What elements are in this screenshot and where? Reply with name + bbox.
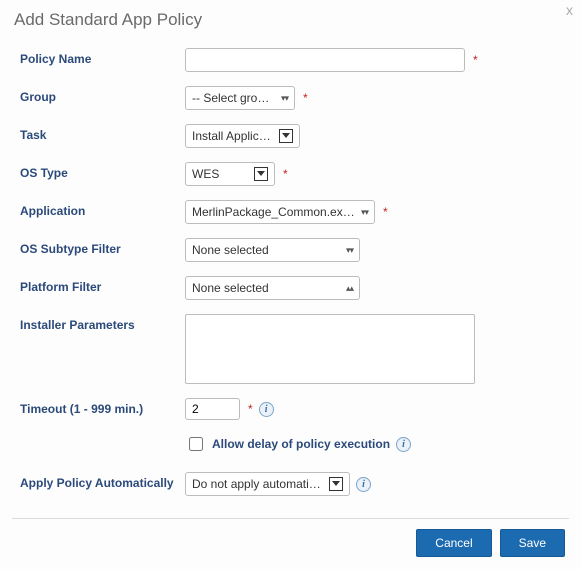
row-timeout: Timeout (1 - 999 min.) * i bbox=[20, 398, 569, 420]
apply-auto-select[interactable]: Do not apply automatically bbox=[185, 472, 350, 496]
row-application: Application MerlinPackage_Common.exe (Lo… bbox=[20, 200, 569, 224]
required-marker: * bbox=[473, 53, 478, 67]
row-platform-filter: Platform Filter None selected ▴▴ bbox=[20, 276, 569, 300]
os-subtype-filter-value: None selected bbox=[192, 243, 269, 257]
row-policy-name: Policy Name * bbox=[20, 48, 569, 72]
apply-auto-value: Do not apply automatically bbox=[192, 477, 323, 491]
required-marker: * bbox=[248, 402, 253, 416]
label-task: Task bbox=[20, 124, 185, 142]
platform-filter-value: None selected bbox=[192, 281, 269, 295]
timeout-input[interactable] bbox=[185, 398, 240, 420]
application-select-value: MerlinPackage_Common.exe (Loc bbox=[192, 205, 355, 219]
label-platform-filter: Platform Filter bbox=[20, 276, 185, 294]
label-timeout: Timeout (1 - 999 min.) bbox=[20, 398, 185, 416]
policy-name-input[interactable] bbox=[185, 48, 465, 72]
label-os-subtype-filter: OS Subtype Filter bbox=[20, 238, 185, 256]
row-installer-parameters: Installer Parameters bbox=[20, 314, 569, 384]
row-task: Task Install Application bbox=[20, 124, 569, 148]
row-os-subtype-filter: OS Subtype Filter None selected ▾▾ bbox=[20, 238, 569, 262]
close-icon[interactable]: x bbox=[566, 2, 573, 18]
info-icon[interactable]: i bbox=[356, 477, 371, 492]
os-type-select[interactable]: WES bbox=[185, 162, 275, 186]
platform-filter-select[interactable]: None selected ▴▴ bbox=[185, 276, 360, 300]
group-select-value: -- Select group -- bbox=[192, 91, 275, 105]
label-installer-parameters: Installer Parameters bbox=[20, 314, 185, 332]
dialog-title: Add Standard App Policy bbox=[14, 10, 569, 30]
label-os-type: OS Type bbox=[20, 162, 185, 180]
required-marker: * bbox=[303, 91, 308, 105]
chevron-down-icon bbox=[254, 167, 268, 181]
label-allow-delay: Allow delay of policy execution bbox=[212, 437, 390, 451]
chevron-down-icon bbox=[279, 129, 293, 143]
row-allow-delay: Allow delay of policy execution i bbox=[185, 434, 569, 454]
cancel-button[interactable]: Cancel bbox=[416, 529, 491, 557]
application-select[interactable]: MerlinPackage_Common.exe (Loc ▾▾ bbox=[185, 200, 375, 224]
chevron-down-icon: ▾▾ bbox=[281, 93, 288, 104]
info-icon[interactable]: i bbox=[259, 402, 274, 417]
save-button[interactable]: Save bbox=[500, 529, 565, 557]
row-apply-auto: Apply Policy Automatically Do not apply … bbox=[20, 472, 569, 496]
divider bbox=[12, 518, 569, 519]
dialog: x Add Standard App Policy Policy Name * … bbox=[0, 0, 581, 569]
os-type-select-value: WES bbox=[192, 167, 219, 181]
label-group: Group bbox=[20, 86, 185, 104]
task-select[interactable]: Install Application bbox=[185, 124, 300, 148]
required-marker: * bbox=[283, 167, 288, 181]
chevron-down-icon: ▴▴ bbox=[346, 283, 353, 294]
info-icon[interactable]: i bbox=[396, 437, 411, 452]
chevron-down-icon: ▾▾ bbox=[361, 207, 368, 218]
label-apply-auto: Apply Policy Automatically bbox=[20, 472, 185, 490]
row-group: Group -- Select group -- ▾▾ * bbox=[20, 86, 569, 110]
installer-parameters-input[interactable] bbox=[185, 314, 475, 384]
task-select-value: Install Application bbox=[192, 129, 273, 143]
row-os-type: OS Type WES * bbox=[20, 162, 569, 186]
group-select[interactable]: -- Select group -- ▾▾ bbox=[185, 86, 295, 110]
chevron-down-icon bbox=[329, 477, 343, 491]
label-application: Application bbox=[20, 200, 185, 218]
chevron-down-icon: ▾▾ bbox=[346, 245, 353, 256]
os-subtype-filter-select[interactable]: None selected ▾▾ bbox=[185, 238, 360, 262]
required-marker: * bbox=[383, 205, 388, 219]
dialog-footer: Cancel Save bbox=[12, 529, 569, 557]
label-policy-name: Policy Name bbox=[20, 48, 185, 66]
form: Policy Name * Group -- Select group -- ▾… bbox=[12, 48, 569, 514]
allow-delay-checkbox[interactable] bbox=[189, 437, 203, 451]
